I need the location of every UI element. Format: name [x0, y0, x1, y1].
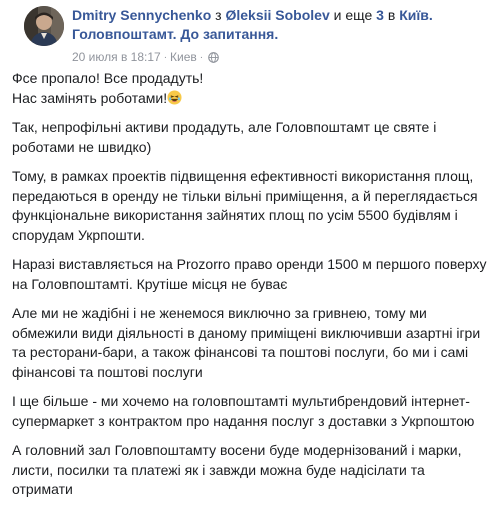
post-paragraph-1: Фсе пропало! Все продадуть! Нас замінять… [12, 69, 487, 108]
post-paragraph-6: І ще більше - ми хочемо на головпоштамті… [12, 393, 475, 429]
post-paragraph-3: Тому, в рамках проектів підвищення ефект… [12, 168, 478, 243]
with-word: з [215, 7, 222, 23]
location-link[interactable]: Київ. [399, 7, 433, 23]
globe-icon[interactable] [208, 51, 219, 63]
location-link-continued[interactable]: Головпоштамт. До запитання. [72, 26, 278, 42]
post-place[interactable]: Киев [170, 50, 197, 64]
post-paragraph-7: А головний зал Головпоштамту восени буде… [12, 442, 462, 497]
tagged-person-link[interactable]: Øleksii Sobolev [225, 7, 329, 23]
meta-separator-2: · [199, 51, 204, 63]
post-paragraph-5: Але ми не жадібні і не женемося виключно… [12, 305, 481, 380]
author-name-link[interactable]: Dmitry Sennychenko [72, 7, 211, 23]
post-paragraph-2: Так, непрофільні активи продадуть, але Г… [12, 119, 437, 155]
author-avatar[interactable] [24, 6, 64, 46]
post-paragraph-4: Наразі виставляється на Prozorro право о… [12, 256, 487, 292]
post-body: Фсе пропало! Все продадуть! Нас замінять… [12, 69, 487, 510]
facebook-post: Dmitry Sennychenko з Øleksii Sobolev и е… [0, 0, 495, 497]
post-header-text: Dmitry Sennychenko з Øleksii Sobolev и е… [72, 6, 492, 44]
laughing-emoji-icon [167, 89, 182, 105]
meta-separator: · [163, 51, 168, 63]
in-word: в [387, 7, 396, 23]
and-more-text: и еще [333, 7, 373, 23]
post-timestamp[interactable]: 20 июля в 18:17 [72, 50, 161, 64]
others-count-link[interactable]: 3 [376, 7, 384, 23]
post-meta: 20 июля в 18:17 · Киев · [72, 50, 219, 64]
avatar-photo-icon [24, 6, 64, 46]
post-header: Dmitry Sennychenko з Øleksii Sobolev и е… [12, 0, 483, 68]
